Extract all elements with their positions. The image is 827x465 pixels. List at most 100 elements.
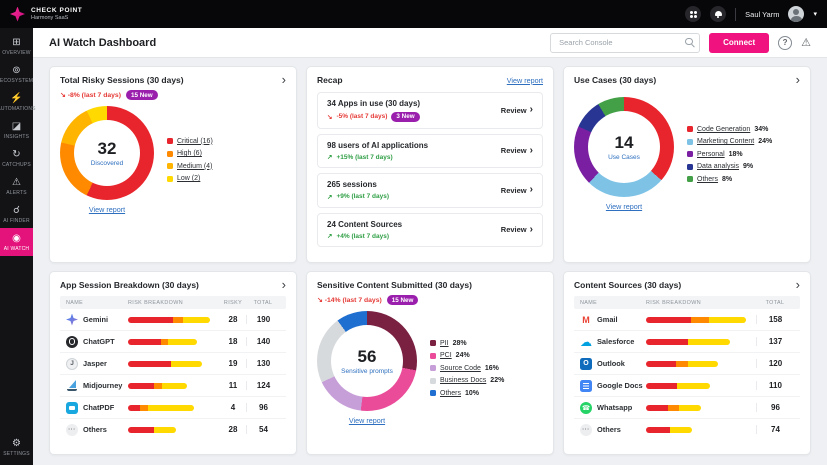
- checkpoint-logo-icon: [10, 7, 25, 22]
- review-link[interactable]: Review ›: [501, 225, 533, 234]
- review-link[interactable]: Review ›: [501, 146, 533, 155]
- recap-item: 34 Apps in use (30 days) ↘ -5% (last 7 d…: [317, 92, 543, 129]
- table-row[interactable]: ChatPDF 4 96: [60, 397, 286, 419]
- legend-item[interactable]: Source Code16%: [430, 365, 504, 372]
- risky-count: 19: [220, 359, 246, 368]
- sidebar-item-ai-watch[interactable]: ◉ AI WATCH: [0, 228, 33, 256]
- topbar: CHECK POINT Harmony SaaS Saul Yarm ▾: [0, 0, 827, 28]
- sidebar-item-ai-finder[interactable]: ☌ AI FINDER: [0, 200, 33, 228]
- legend-label: PCI: [440, 352, 452, 359]
- table-row[interactable]: MGmail 158: [574, 309, 800, 331]
- chevron-right-icon[interactable]: ›: [796, 75, 800, 85]
- view-report-link[interactable]: View report: [606, 202, 642, 211]
- table-row[interactable]: Gemini 28 190: [60, 309, 286, 331]
- source-name: Whatsapp: [597, 403, 632, 412]
- legend-pct: 9%: [743, 163, 753, 170]
- legend-item[interactable]: Medium (4): [167, 163, 213, 170]
- legend-label: Medium (4): [177, 163, 212, 170]
- sidebar-item-label: INSIGHTS: [4, 134, 29, 140]
- risk-breakdown-bar: [646, 405, 701, 411]
- new-badge: 15 New: [126, 90, 158, 100]
- sidebar-item-ecosystem[interactable]: ⊚ ECOSYSTEM: [0, 60, 33, 88]
- table-row[interactable]: OOutlook 120: [574, 353, 800, 375]
- view-report-link[interactable]: View report: [349, 416, 385, 425]
- sidebar-item-catchups[interactable]: ↻ CATCHUPS: [0, 144, 33, 172]
- recap-item: 24 Content Sources ↗ +4% (last 7 days) R…: [317, 213, 543, 248]
- table-row[interactable]: ···Others 74: [574, 419, 800, 440]
- source-name: Others: [597, 425, 621, 434]
- search-input[interactable]: [550, 33, 700, 53]
- sidebar-icon: ↻: [12, 149, 20, 160]
- legend-item[interactable]: Business Docs22%: [430, 377, 504, 384]
- risk-breakdown-bar: [128, 383, 187, 389]
- legend-item[interactable]: High (6): [167, 150, 213, 157]
- sidebar-item-alerts[interactable]: ⚠ ALERTS: [0, 172, 33, 200]
- user-name: Saul Yarm: [745, 10, 779, 19]
- legend-item[interactable]: Others8%: [687, 176, 772, 183]
- risk-legend: Critical (16) High (6) Medium (4) Low (2): [167, 138, 213, 183]
- card-total-risky-sessions: Total Risky Sessions (30 days) › ↘-8% (l…: [49, 66, 297, 263]
- app-name: Others: [83, 425, 107, 434]
- legend-item[interactable]: Low (2): [167, 175, 213, 182]
- connect-button[interactable]: Connect: [709, 33, 769, 53]
- legend-item[interactable]: Code Generation34%: [687, 126, 772, 133]
- chevron-down-icon[interactable]: ▾: [813, 10, 817, 18]
- search-icon[interactable]: [685, 38, 694, 47]
- view-report-link[interactable]: View report: [507, 76, 543, 85]
- table-row[interactable]: Midjourney 11 124: [60, 375, 286, 397]
- donut-label-link[interactable]: Discovered: [91, 160, 124, 167]
- recap-item-trend: ↗ +4% (last 7 days): [327, 232, 402, 240]
- use-cases-donut[interactable]: 14 Use Cases: [574, 97, 674, 197]
- legend-item[interactable]: Marketing Content24%: [687, 138, 772, 145]
- app-icon: ···: [66, 424, 78, 436]
- chevron-right-icon[interactable]: ›: [796, 280, 800, 290]
- source-icon: M: [580, 314, 592, 326]
- table-row[interactable]: ChatGPT 18 140: [60, 331, 286, 353]
- trend-icon: ↗: [327, 232, 332, 240]
- total-count: 120: [756, 359, 794, 368]
- help-icon[interactable]: ?: [778, 36, 792, 50]
- legend-item[interactable]: PCI24%: [430, 352, 504, 359]
- sidebar-item-overview[interactable]: ⊞ OVERVIEW: [0, 32, 33, 60]
- risky-count: 28: [220, 315, 246, 324]
- view-report-link[interactable]: View report: [89, 205, 125, 214]
- app-icon: J: [66, 358, 78, 370]
- chevron-right-icon[interactable]: ›: [282, 75, 286, 85]
- sensitive-content-donut[interactable]: 56 Sensitive prompts: [317, 311, 417, 411]
- app-sessions-table: Gemini 28 190 ChatGPT 18 140 JJasper 19 …: [60, 309, 286, 440]
- legend-item[interactable]: Data analysis9%: [687, 163, 772, 170]
- risk-breakdown-bar: [128, 427, 176, 433]
- table-row[interactable]: JJasper 19 130: [60, 353, 286, 375]
- donut-label-link[interactable]: Use Cases: [608, 154, 640, 161]
- legend-item[interactable]: Others10%: [430, 390, 504, 397]
- donut-center: 56 Sensitive prompts: [331, 325, 403, 397]
- table-row[interactable]: ···Others 28 54: [60, 419, 286, 440]
- legend-swatch: [430, 365, 436, 371]
- risk-breakdown-bar: [128, 361, 202, 367]
- legend-item[interactable]: PII28%: [430, 340, 504, 347]
- sidebar-item-automations[interactable]: ⚡ AUTOMATIONS: [0, 88, 33, 116]
- table-row[interactable]: ☁Salesforce 137: [574, 331, 800, 353]
- risky-sessions-donut[interactable]: 32 Discovered: [60, 106, 154, 200]
- apps-icon[interactable]: [685, 6, 701, 22]
- sidebar-item-insights[interactable]: ◪ INSIGHTS: [0, 116, 33, 144]
- source-icon: ☎: [580, 402, 592, 414]
- table-row[interactable]: ☎Whatsapp 96: [574, 397, 800, 419]
- trend-indicator: ↘-14% (last 7 days): [317, 296, 382, 304]
- review-link[interactable]: Review ›: [501, 186, 533, 195]
- notifications-bell-icon[interactable]: [710, 6, 726, 22]
- warning-icon[interactable]: ⚠: [801, 36, 811, 49]
- sidebar-item-settings[interactable]: ⚙ SETTINGS: [0, 433, 33, 461]
- donut-label-link[interactable]: Sensitive prompts: [341, 368, 393, 375]
- card-title: Content Sources (30 days): [574, 280, 681, 290]
- user-avatar[interactable]: [788, 6, 804, 22]
- risk-breakdown-bar: [128, 317, 210, 323]
- sidebar-item-label: OVERVIEW: [2, 50, 30, 56]
- chevron-right-icon[interactable]: ›: [282, 280, 286, 290]
- legend-item[interactable]: Personal18%: [687, 151, 772, 158]
- review-link[interactable]: Review ›: [501, 106, 533, 115]
- table-row[interactable]: Google Docs 110: [574, 375, 800, 397]
- source-icon: O: [580, 358, 592, 370]
- legend-item[interactable]: Critical (16): [167, 138, 213, 145]
- recap-item-trend: ↗ +15% (last 7 days): [327, 153, 428, 161]
